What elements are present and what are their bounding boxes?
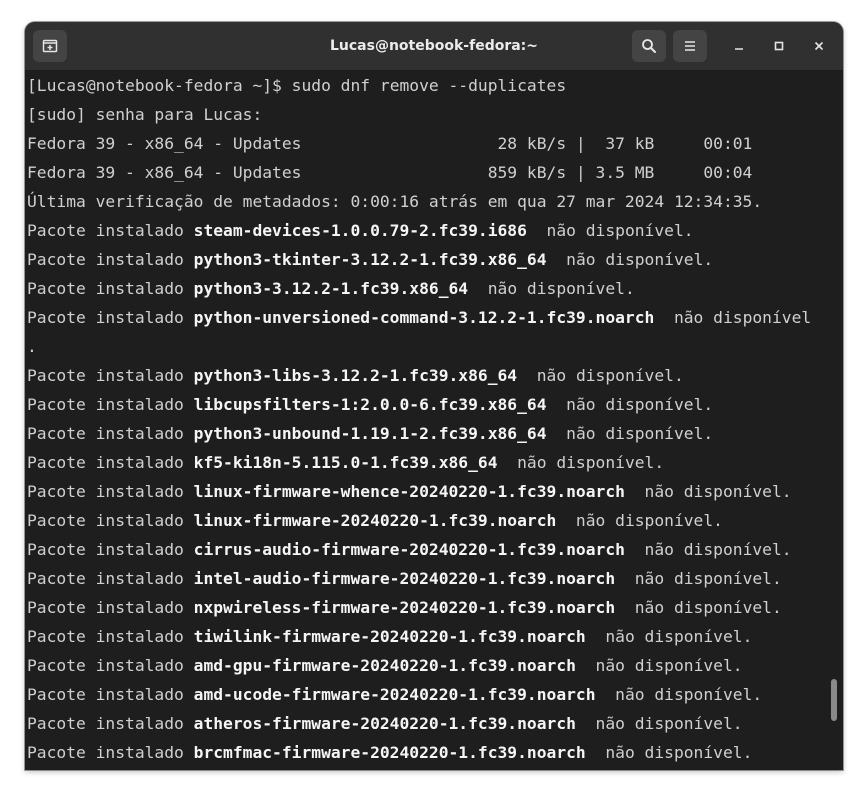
package-status: não disponível.	[546, 250, 714, 269]
repo-line: Fedora 39 - x86_64 - Updates 859 kB/s | …	[27, 163, 753, 182]
package-line: Pacote instalado intel-audio-firmware-20…	[27, 569, 782, 588]
package-status: não disponível.	[497, 453, 665, 472]
shell-prompt: [Lucas@notebook-fedora ~]$	[27, 76, 292, 95]
package-status: não disponível.	[585, 627, 753, 646]
maximize-button[interactable]	[767, 34, 791, 58]
repo-line: Fedora 39 - x86_64 - Updates 28 kB/s | 3…	[27, 134, 753, 153]
sudo-prompt-line: [sudo] senha para Lucas:	[27, 105, 263, 124]
scrollbar-thumb[interactable]	[831, 679, 837, 721]
package-status: não disponível.	[468, 279, 635, 298]
package-line: Pacote instalado python3-tkinter-3.12.2-…	[27, 250, 714, 269]
package-status: não disponível.	[546, 424, 714, 443]
package-status: não disponível.	[526, 221, 694, 240]
package-status: não disponível.	[585, 743, 753, 762]
package-line: Pacote instalado python-unversioned-comm…	[27, 308, 812, 327]
hamburger-menu-icon	[685, 41, 695, 51]
maximize-icon	[774, 41, 784, 51]
package-line: Pacote instalado linux-firmware-whence-2…	[27, 482, 792, 501]
search-icon	[642, 39, 656, 53]
package-line: Pacote instalado amd-ucode-firmware-2024…	[27, 685, 763, 704]
package-line: Pacote instalado steam-devices-1.0.0.79-…	[27, 221, 694, 240]
package-status: não disponível.	[517, 366, 684, 385]
menu-button[interactable]	[673, 30, 707, 62]
package-line: Pacote instalado python3-libs-3.12.2-1.f…	[27, 366, 684, 385]
package-line: Pacote instalado cirrus-audio-firmware-2…	[27, 540, 792, 559]
package-name: atheros-firmware-20240220-1.fc39.noarch	[193, 714, 576, 733]
minimize-icon	[735, 48, 743, 50]
package-name: amd-ucode-firmware-20240220-1.fc39.noarc…	[193, 685, 596, 704]
wrapped-line: .	[27, 337, 37, 356]
package-name: nxpwireless-firmware-20240220-1.fc39.noa…	[193, 598, 616, 617]
package-name: intel-audio-firmware-20240220-1.fc39.noa…	[193, 569, 616, 588]
vertical-scrollbar[interactable]	[829, 71, 839, 770]
package-status: não disponível.	[595, 685, 763, 704]
package-line: Pacote instalado python3-3.12.2-1.fc39.x…	[27, 279, 635, 298]
package-name: python3-libs-3.12.2-1.fc39.x86_64	[193, 366, 518, 385]
package-status: não disponível.	[575, 656, 743, 675]
package-name: tiwilink-firmware-20240220-1.fc39.noarch	[193, 627, 586, 646]
command-text: sudo dnf remove --duplicates	[291, 76, 567, 95]
package-line: Pacote instalado atheros-firmware-202402…	[27, 714, 743, 733]
package-line: Pacote instalado brcmfmac-firmware-20240…	[27, 743, 753, 762]
command-line: [Lucas@notebook-fedora ~]$ sudo dnf remo…	[27, 71, 566, 100]
package-line: Pacote instalado python3-unbound-1.19.1-…	[27, 424, 714, 443]
package-name: linux-firmware-20240220-1.fc39.noarch	[193, 511, 557, 530]
window-title: Lucas@notebook-fedora:~	[329, 38, 539, 54]
package-status: não disponível.	[546, 395, 714, 414]
package-line: Pacote instalado kf5-ki18n-5.115.0-1.fc3…	[27, 453, 665, 472]
package-name: python3-tkinter-3.12.2-1.fc39.x86_64	[193, 250, 547, 269]
package-status: não disponível.	[575, 714, 743, 733]
package-line: Pacote instalado libcupsfilters-1:2.0.0-…	[27, 395, 714, 414]
package-name: steam-devices-1.0.0.79-2.fc39.i686	[193, 221, 527, 240]
package-line: Pacote instalado linux-firmware-20240220…	[27, 511, 723, 530]
package-status: não disponível.	[615, 569, 782, 588]
package-line: Pacote instalado amd-gpu-firmware-202402…	[27, 656, 743, 675]
package-line: Pacote instalado tiwilink-firmware-20240…	[27, 627, 753, 646]
package-name: python-unversioned-command-3.12.2-1.fc39…	[193, 308, 655, 327]
package-status: não disponível.	[624, 482, 792, 501]
terminal-output[interactable]: [Lucas@notebook-fedora ~]$ sudo dnf remo…	[25, 71, 843, 770]
close-button[interactable]	[807, 34, 831, 58]
package-name: python3-3.12.2-1.fc39.x86_64	[193, 279, 469, 298]
package-name: libcupsfilters-1:2.0.0-6.fc39.x86_64	[193, 395, 547, 414]
close-icon	[814, 41, 824, 51]
title-bar[interactable]: Lucas@notebook-fedora:~	[25, 22, 843, 71]
minimize-button[interactable]	[727, 34, 751, 58]
package-status: não disponível.	[615, 598, 782, 617]
package-line: Pacote instalado nxpwireless-firmware-20…	[27, 598, 782, 617]
package-status: não disponível.	[624, 540, 792, 559]
new-tab-button[interactable]	[33, 30, 67, 62]
package-name: python3-unbound-1.19.1-2.fc39.x86_64	[193, 424, 547, 443]
package-status: não disponível.	[556, 511, 723, 530]
search-button[interactable]	[632, 30, 666, 62]
package-name: amd-gpu-firmware-20240220-1.fc39.noarch	[193, 656, 576, 675]
metadata-line: Última verificação de metadados: 0:00:16…	[27, 192, 763, 211]
new-tab-icon	[42, 39, 58, 53]
package-name: kf5-ki18n-5.115.0-1.fc39.x86_64	[193, 453, 498, 472]
package-name: brcmfmac-firmware-20240220-1.fc39.noarch	[193, 743, 586, 762]
terminal-window: Lucas@notebook-fedora:~ [Lucas@notebook-…	[25, 22, 843, 770]
package-name: cirrus-audio-firmware-20240220-1.fc39.no…	[193, 540, 625, 559]
package-status: não disponível	[654, 308, 812, 327]
package-name: linux-firmware-whence-20240220-1.fc39.no…	[193, 482, 625, 501]
